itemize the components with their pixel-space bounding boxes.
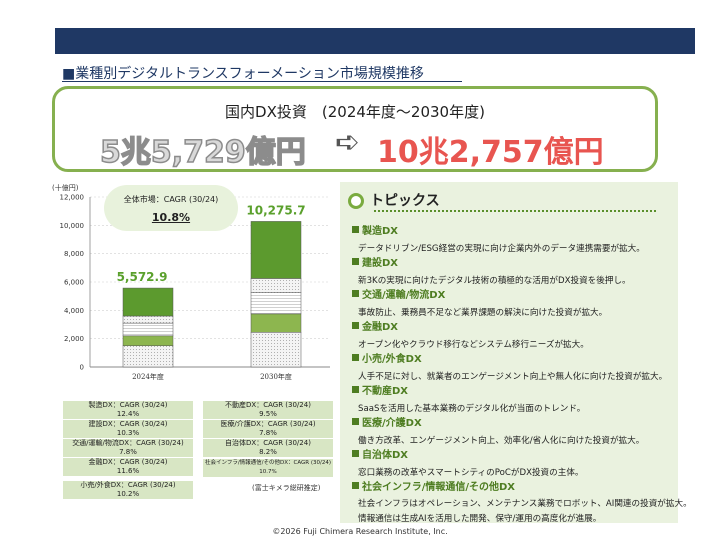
- bar-segment: [250, 332, 302, 368]
- topics-heading: トピックス: [348, 190, 440, 210]
- topic-title: 建設DX: [352, 254, 631, 269]
- legend-item: 製造DX：CAGR (30/24) 12.4%: [63, 401, 193, 419]
- legend-item-value: 9.5%: [259, 410, 277, 418]
- topic-item: 交通/運輸/物流DX 事故防止、乗務員不足など業界課題の解決に向けた投資が拡大。: [352, 286, 607, 321]
- topic-item: 金融DX オープン化やクラウド移行などシステム移行ニーズが拡大。: [352, 318, 589, 353]
- dotted-divider: [374, 210, 656, 212]
- bar-segment: [250, 292, 302, 315]
- legend-item-value: 10.7%: [259, 468, 277, 475]
- x-tick-label: 2030年度: [260, 372, 292, 381]
- legend-item-name: 金融DX：CAGR (30/24): [88, 458, 168, 466]
- legend-item: 建設DX：CAGR (30/24) 10.3%: [63, 420, 193, 438]
- bar-segment: [122, 335, 174, 347]
- square-bullet-icon: [352, 418, 359, 425]
- y-tick-label: 12,000: [60, 194, 85, 202]
- legend-item-name: 製造DX：CAGR (30/24): [88, 401, 168, 409]
- x-tick-labels: 2024年度 2030年度: [132, 372, 292, 381]
- bar-stacks: [122, 221, 302, 368]
- total-label: 5,572.9: [117, 270, 168, 284]
- legend-item-value: 10.3%: [116, 429, 140, 437]
- topics-heading-text: トピックス: [370, 193, 440, 209]
- overall-cagr-label: 全体市場：CAGR (30/24): [123, 195, 219, 204]
- square-bullet-icon: [352, 290, 359, 297]
- legend-item-name: 医療/介護DX：CAGR (30/24): [220, 420, 316, 428]
- legend-item-value: 8.2%: [259, 448, 277, 456]
- legend-item-value: 12.4%: [116, 410, 140, 418]
- legend-item-value: 10.2%: [116, 490, 140, 498]
- total-label: 10,275.7: [246, 203, 305, 217]
- legend-item: 交通/運輸/物流DX：CAGR (30/24) 7.8%: [63, 439, 193, 457]
- y-unit-label: (十億円): [52, 183, 79, 192]
- legend-item-name: 建設DX：CAGR (30/24): [88, 420, 168, 428]
- circle-bullet-icon: [348, 193, 364, 209]
- y-tick-label: 10,000: [60, 222, 85, 230]
- topics-panel: トピックス 製造DX データドリブン/ESG経営の実現に向け企業内外のデータ連携…: [340, 182, 692, 524]
- square-bullet-icon: [352, 226, 359, 233]
- bar-segment: [122, 345, 174, 368]
- legend-item-name: 不動産DX：CAGR (30/24): [225, 401, 311, 409]
- overall-cagr-badge: 全体市場：CAGR (30/24) 10.8%: [104, 185, 238, 231]
- legend-item: 金融DX：CAGR (30/24) 11.6%: [63, 458, 193, 476]
- topic-item: 建設DX 新3Kの実現に向けたデジタル技術の積極的な活用がDX投資を後押し。: [352, 254, 631, 289]
- topic-title: 製造DX: [352, 222, 645, 237]
- legend-item-name: 社会インフラ/情報通信/その他DX：CAGR (30/24): [204, 460, 332, 466]
- topic-item: 社会インフラ/情報通信/その他DX 社会インフラはオペレーション、メンテナンス業…: [352, 478, 692, 527]
- bar-segment: [250, 278, 302, 293]
- y-tick-label: 8,000: [64, 250, 84, 258]
- legend-item: 自治体DX：CAGR (30/24) 8.2%: [203, 439, 333, 457]
- x-tick-label: 2024年度: [132, 372, 164, 381]
- square-bullet-icon: [352, 482, 359, 489]
- topic-text-line: 社会インフラはオペレーション、メンテナンス業務でロボット、AI関連の投資が拡大。: [358, 499, 692, 509]
- overall-cagr-value: 10.8%: [151, 211, 191, 224]
- copyright: ©2026 Fuji Chimera Research Institute, I…: [272, 527, 448, 536]
- source-note: (富士キメラ総研推定): [252, 484, 321, 492]
- legend-item: 不動産DX：CAGR (30/24) 9.5%: [203, 401, 333, 419]
- y-tick-labels: 0 2,000 4,000 6,000 8,000 10,000 12,000: [60, 194, 85, 372]
- topic-title: 交通/運輸/物流DX: [352, 286, 607, 301]
- legend-item: 社会インフラ/情報通信/その他DX：CAGR (30/24) 10.7%: [203, 459, 333, 477]
- square-bullet-icon: [352, 322, 359, 329]
- square-bullet-icon: [352, 386, 359, 393]
- topic-item: 医療/介護DX 働き方改革、エンゲージメント向上、効率化/省人化に向けた投資が拡…: [352, 414, 644, 449]
- bar-segment: [122, 315, 174, 324]
- topic-item: 製造DX データドリブン/ESG経営の実現に向け企業内外のデータ連携需要が拡大。: [352, 222, 645, 257]
- bar-segment: [122, 322, 174, 337]
- topic-title: 金融DX: [352, 318, 589, 333]
- topic-title: 小売/外食DX: [352, 350, 667, 365]
- square-bullet-icon: [352, 354, 359, 361]
- legend-item-value: 11.6%: [116, 467, 140, 475]
- square-bullet-icon: [352, 258, 359, 265]
- y-tick-label: 2,000: [64, 335, 84, 343]
- y-tick-label: 0: [80, 364, 84, 372]
- legend-item-name: 自治体DX：CAGR (30/24): [225, 439, 311, 447]
- legend-item: 医療/介護DX：CAGR (30/24) 7.8%: [203, 420, 333, 438]
- topic-title: 医療/介護DX: [352, 414, 644, 429]
- topic-item: 小売/外食DX 人手不足に対し、就業者のエンゲージメント向上や無人化に向けた投資…: [352, 350, 667, 385]
- topic-title: 社会インフラ/情報通信/その他DX: [352, 478, 692, 493]
- legend-item-name: 交通/運輸/物流DX：CAGR (30/24): [72, 439, 184, 447]
- legend-item-value: 7.8%: [259, 429, 277, 437]
- topic-text-line: 情報通信は生成AIを活用した開発、保守/運用の高度化が進展。: [358, 514, 602, 524]
- topic-title: 不動産DX: [352, 382, 585, 397]
- topic-title: 自治体DX: [352, 446, 584, 461]
- topic-item: 自治体DX 窓口業務の改革やスマートシティのPoCがDX投資の主体。: [352, 446, 584, 481]
- bar-segment: [250, 313, 302, 333]
- topic-item: 不動産DX SaaSを活用した基本業務のデジタル化が当面のトレンド。: [352, 382, 585, 417]
- legend-item: 小売/外食DX：CAGR (30/24) 10.2%: [63, 481, 193, 499]
- y-tick-label: 6,000: [64, 279, 84, 287]
- legend-item-name: 小売/外食DX：CAGR (30/24): [80, 481, 176, 489]
- bar-segment: [122, 287, 174, 317]
- y-tick-label: 4,000: [64, 307, 84, 315]
- square-bullet-icon: [352, 450, 359, 457]
- legend-item-value: 7.8%: [119, 448, 137, 456]
- topic-text: 社会インフラはオペレーション、メンテナンス業務でロボット、AI関連の投資が拡大。…: [358, 497, 692, 527]
- bar-segment: [250, 221, 302, 279]
